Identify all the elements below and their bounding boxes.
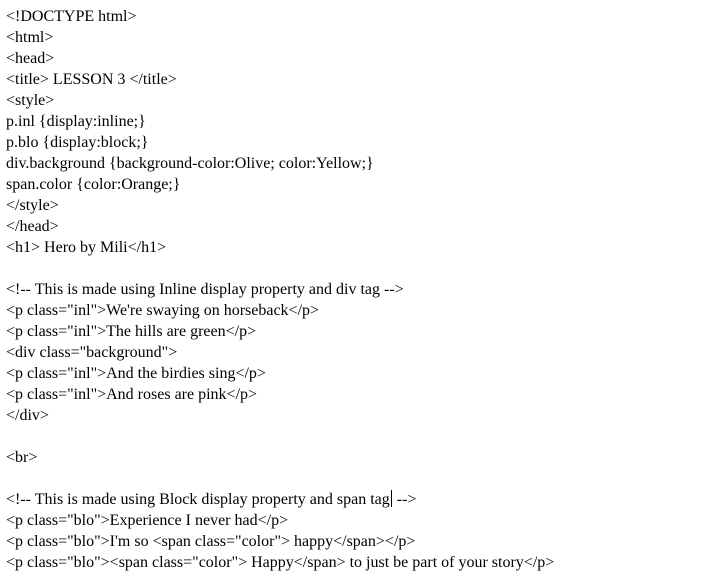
code-line-20: </div> bbox=[6, 407, 49, 424]
code-line-6: p.inl {display:inline;} bbox=[6, 113, 146, 130]
code-line-12: <h1> Hero by Mili</h1> bbox=[6, 239, 167, 256]
code-line-8: div.background {background-color:Olive; … bbox=[6, 155, 374, 172]
code-line-22: <br> bbox=[6, 449, 38, 466]
code-line-25: <p class="blo">Experience I never had</p… bbox=[6, 512, 289, 529]
code-line-27: <p class="blo"><span class="color"> Happ… bbox=[6, 554, 555, 571]
code-line-10: </style> bbox=[6, 197, 59, 214]
code-line-4: <title> LESSON 3 </title> bbox=[6, 71, 177, 88]
code-line-2: <html> bbox=[6, 29, 54, 46]
code-line-24-tail: --> bbox=[392, 491, 417, 508]
code-line-1: <!DOCTYPE html> bbox=[6, 8, 137, 25]
code-line-9: span.color {color:Orange;} bbox=[6, 176, 181, 193]
code-line-19: <p class="inl">And roses are pink</p> bbox=[6, 386, 258, 403]
code-line-3: <head> bbox=[6, 50, 55, 67]
text-cursor bbox=[390, 490, 392, 507]
code-line-15: <p class="inl">We're swaying on horsebac… bbox=[6, 302, 320, 319]
code-line-18: <p class="inl">And the birdies sing</p> bbox=[6, 365, 266, 382]
code-line-14: <!-- This is made using Inline display p… bbox=[6, 281, 404, 298]
code-line-16: <p class="inl">The hills are green</p> bbox=[6, 323, 257, 340]
code-line-24-text: <!-- This is made using Block display pr… bbox=[6, 491, 390, 508]
code-line-11: </head> bbox=[6, 218, 59, 235]
code-line-17: <div class="background"> bbox=[6, 344, 178, 361]
code-line-24: <!-- This is made using Block display pr… bbox=[6, 489, 701, 510]
code-line-5: <style> bbox=[6, 92, 55, 109]
code-editor[interactable]: <!DOCTYPE html> <html> <head> <title> LE… bbox=[6, 6, 701, 573]
code-line-7: p.blo {display:block;} bbox=[6, 134, 149, 151]
code-line-26: <p class="blo">I'm so <span class="color… bbox=[6, 533, 416, 550]
